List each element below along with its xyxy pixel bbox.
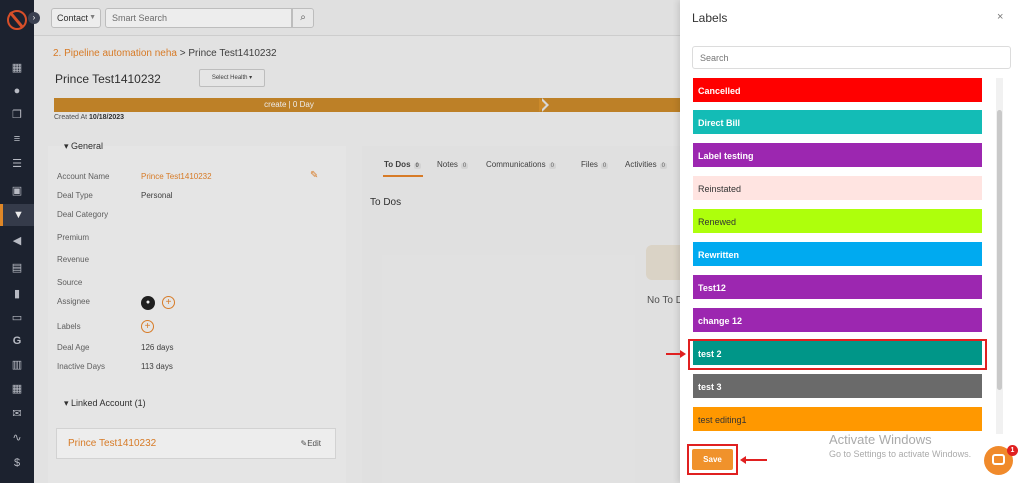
label-option-test12[interactable]: Test12 [693,275,982,299]
label-option-text: Rewritten [698,250,740,260]
label-list-scroll-thumb[interactable] [997,110,1002,390]
save-button[interactable]: Save [692,449,733,470]
label-option-text: Renewed [698,217,737,227]
label-option-label-testing[interactable]: Label testing [693,143,982,167]
label-option-rewritten[interactable]: Rewritten [693,242,982,266]
labels-drawer-title: Labels [692,11,728,25]
label-option-test-3[interactable]: test 3 [693,374,982,398]
label-option-text: test editing1 [698,415,747,425]
label-option-text: test 3 [698,382,722,392]
label-option-change-12[interactable]: change 12 [693,308,982,332]
label-option-text: Label testing [698,151,754,161]
label-option-direct-bill[interactable]: Direct Bill [693,110,982,134]
activate-windows-title: Activate Windows [829,432,932,447]
selected-label-highlight [688,339,987,370]
chat-unread-badge: 1 [1007,445,1018,456]
label-list: Cancelled Direct Bill Label testing Rein… [693,78,982,434]
annotation-arrowhead-label [680,350,686,358]
label-option-renewed[interactable]: Renewed [693,209,982,233]
label-option-test-editing1[interactable]: test editing1 [693,407,982,431]
close-icon[interactable]: × [997,11,1003,23]
label-option-text: Cancelled [698,86,741,96]
labels-drawer: Labels × Cancelled Direct Bill Label tes… [680,0,1024,483]
stage-arrow-icon [539,98,546,112]
activate-windows-subtitle: Go to Settings to activate Windows. [829,449,972,459]
modal-backdrop[interactable] [0,0,680,483]
label-option-text: Reinstated [698,184,742,194]
label-option-text: change 12 [698,316,743,326]
label-option-reinstated[interactable]: Reinstated [693,176,982,200]
chat-icon [992,454,1005,465]
label-option-text: Direct Bill [698,118,741,128]
annotation-arrowhead-save [740,456,746,464]
label-option-cancelled[interactable]: Cancelled [693,78,982,102]
label-search-input[interactable] [692,46,1011,69]
sidebar-toggle-icon[interactable]: › [28,12,40,24]
label-option-text: Test12 [698,283,726,293]
annotation-arrow-save [745,459,767,461]
